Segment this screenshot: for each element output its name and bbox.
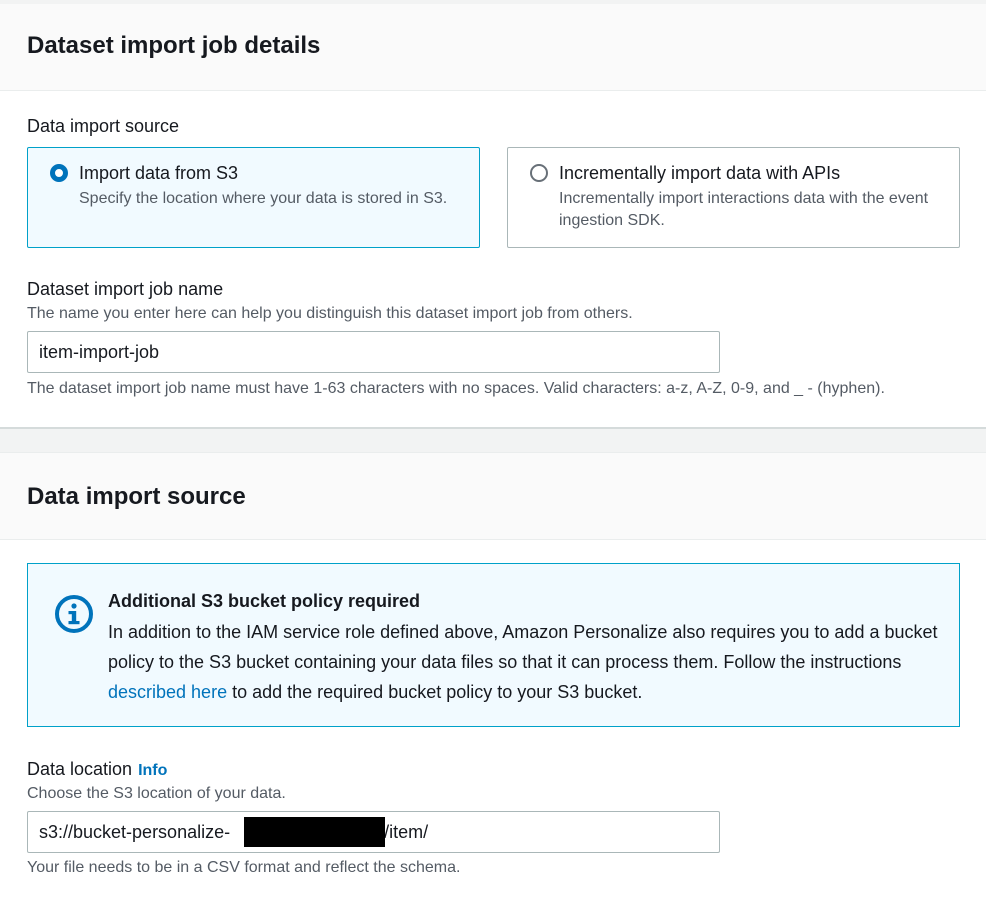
job-name-input[interactable] [27, 331, 720, 373]
redacted-region [244, 817, 385, 847]
import-source-title: Data import source [27, 483, 246, 510]
data-location-description: Choose the S3 location of your data. [27, 785, 286, 802]
import-from-s3-title: Import data from S3 [79, 163, 239, 183]
job-details-title: Dataset import job details [27, 32, 321, 59]
section-divider [0, 427, 986, 452]
alert-body-text-end: to add the required bucket policy to you… [227, 682, 643, 702]
data-location-label: Data location Info [27, 759, 167, 780]
incremental-import-title: Incrementally import data with APIs [559, 163, 841, 183]
info-icon [55, 595, 93, 633]
bucket-policy-alert: Additional S3 bucket policy required In … [27, 563, 960, 727]
incremental-import-option[interactable]: Incrementally import data with APIs Incr… [507, 147, 960, 248]
job-name-label: Dataset import job name [27, 279, 224, 299]
job-details-header: Dataset import job details [0, 0, 986, 91]
radio-unselected-icon[interactable] [530, 164, 548, 182]
described-here-link[interactable]: described here [108, 682, 227, 702]
incremental-import-description: Incrementally import interactions data w… [559, 190, 929, 229]
alert-title: Additional S3 bucket policy required [108, 591, 421, 611]
import-from-s3-option[interactable]: Import data from S3 Specify the location… [27, 147, 480, 248]
import-from-s3-description: Specify the location where your data is … [79, 190, 448, 207]
data-import-source-label: Data import source [27, 116, 180, 136]
data-location-label-text: Data location [27, 759, 133, 779]
job-name-description: The name you enter here can help you dis… [27, 305, 633, 322]
job-name-constraint: The dataset import job name must have 1-… [27, 380, 885, 397]
data-location-hint: Your file needs to be in a CSV format an… [27, 859, 461, 876]
alert-body: In addition to the IAM service role defi… [108, 617, 938, 707]
alert-body-text: In addition to the IAM service role defi… [108, 622, 938, 672]
info-link[interactable]: Info [138, 762, 167, 779]
import-source-header: Data import source [0, 452, 986, 540]
radio-selected-icon[interactable] [50, 164, 68, 182]
